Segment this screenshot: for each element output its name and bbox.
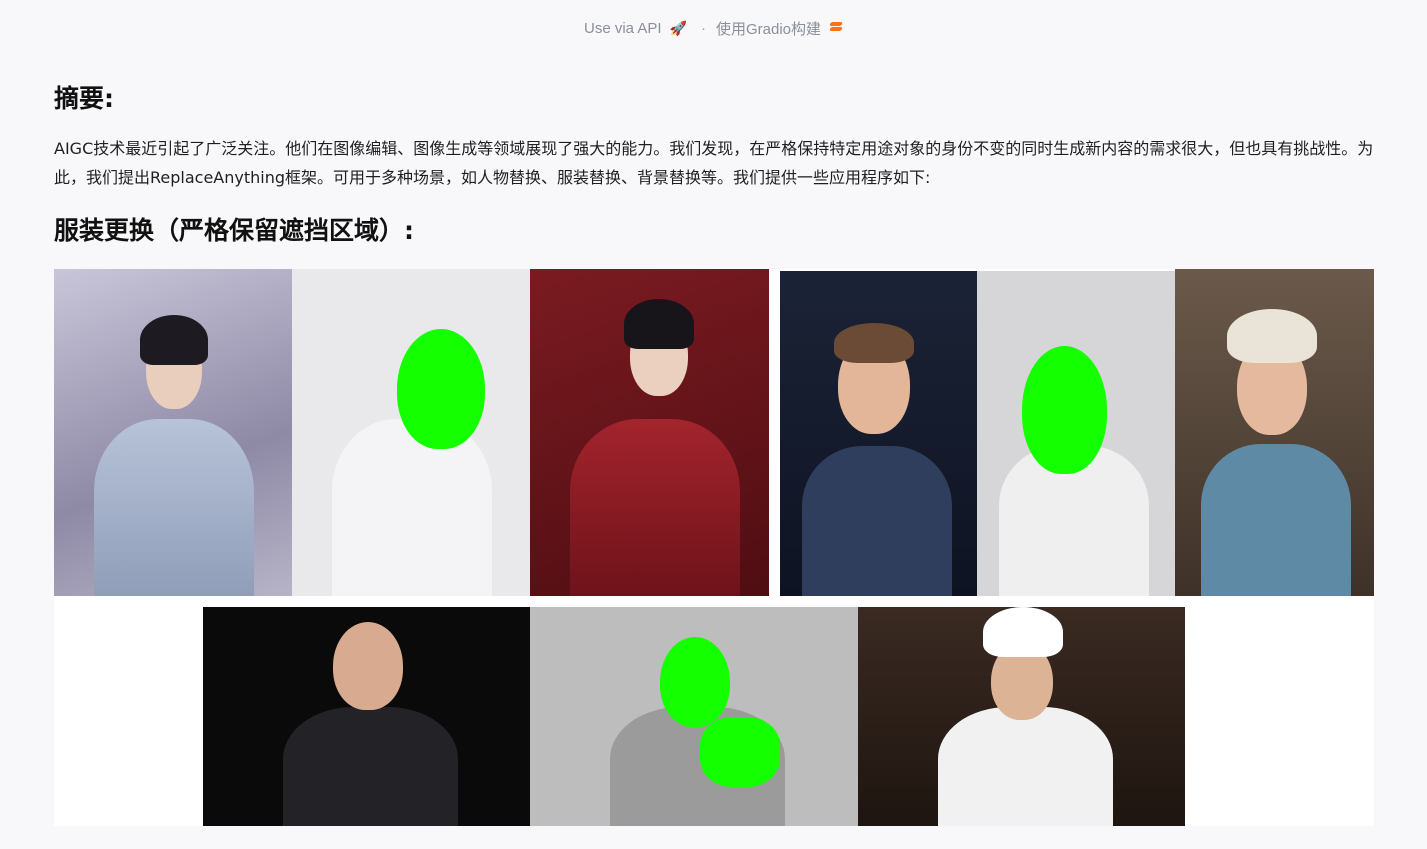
abstract-text: AIGC技术最近引起了广泛关注。他们在图像编辑、图像生成等领域展现了强大的能力。… xyxy=(54,139,1374,187)
api-label: Use via API xyxy=(583,19,662,37)
example-photo-man1-mask xyxy=(977,271,1175,596)
built-with-label: 使用Gradio构建 xyxy=(715,20,821,38)
example-photo-woman-result xyxy=(530,269,769,596)
footer-bar: Use via API 🚀 · 使用Gradio构建 xyxy=(0,0,1427,56)
example-photo-woman-mask xyxy=(292,269,530,596)
main-content: 摘要: AIGC技术最近引起了广泛关注。他们在图像编辑、图像生成等领域展现了强大… xyxy=(54,74,1374,256)
example-photo-man1-original xyxy=(780,271,977,596)
example-photo-man1-result xyxy=(1175,269,1374,596)
separator: · xyxy=(700,19,706,37)
example-photo-man2-mask xyxy=(530,607,858,826)
gradio-logo-icon xyxy=(829,21,843,35)
example-photo-woman-original xyxy=(54,269,292,596)
use-via-api-link[interactable]: Use via API 🚀 xyxy=(584,20,687,37)
example-gallery-image xyxy=(54,269,1374,826)
built-with-gradio-link[interactable]: 使用Gradio构建 xyxy=(716,18,843,39)
example-photo-man2-result xyxy=(858,607,1185,826)
abstract-heading: 摘要: xyxy=(54,84,114,113)
example-photo-man2-original xyxy=(203,607,530,826)
section-heading: 服装更换（严格保留遮挡区域）: xyxy=(54,216,414,245)
rocket-icon: 🚀 xyxy=(669,19,687,36)
